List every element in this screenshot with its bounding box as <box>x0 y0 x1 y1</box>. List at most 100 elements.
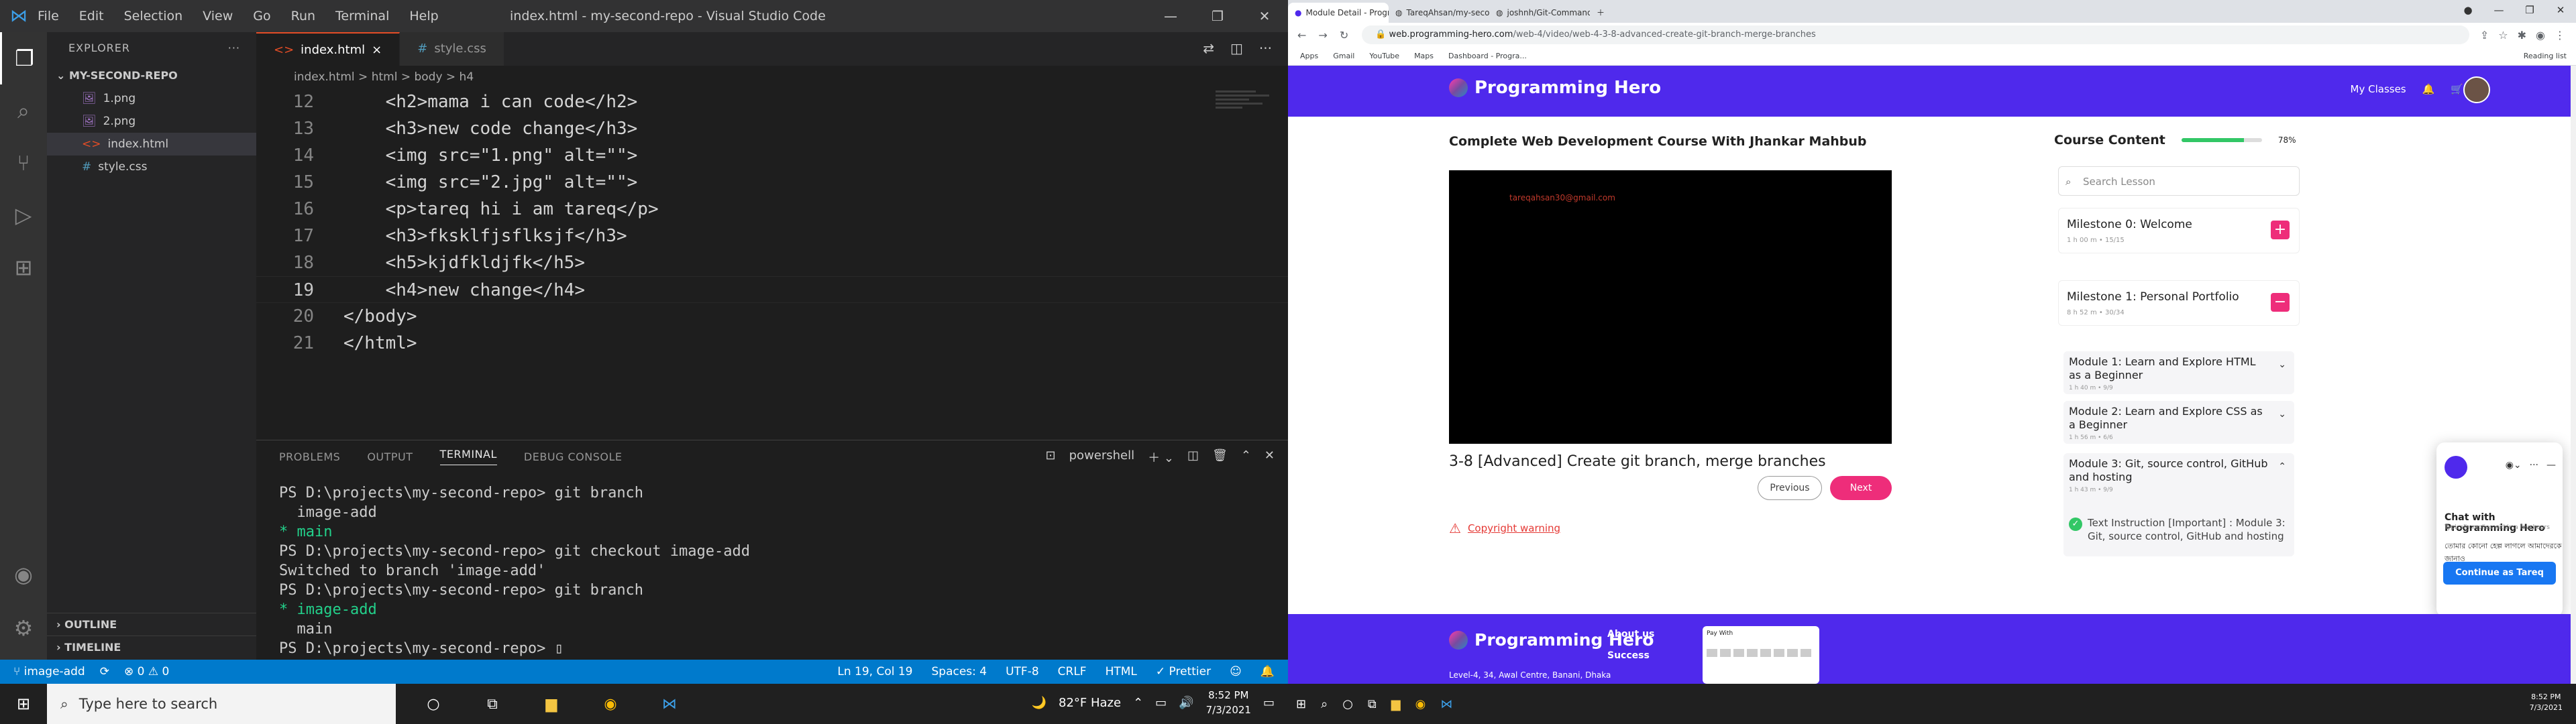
weather-text[interactable]: 82°F Haze <box>1059 696 1121 710</box>
code-line[interactable]: 18 <h5>kjdfkldjfk</h5> <box>256 249 1288 276</box>
reading-list[interactable]: Reading list <box>2524 52 2567 60</box>
menu-go[interactable]: Go <box>253 9 270 23</box>
kill-terminal-icon[interactable]: 🗑 <box>1212 448 1228 466</box>
chat-more-icon[interactable]: ··· <box>2530 460 2538 471</box>
taskbar-clock[interactable]: 8:52 PM 7/3/2021 <box>1206 688 1251 717</box>
more-actions-icon[interactable]: ··· <box>1259 40 1272 56</box>
panel-tab-output[interactable]: OUTPUT <box>367 450 413 463</box>
forward-icon[interactable]: → <box>1318 29 1327 42</box>
split-terminal-icon[interactable]: ◫ <box>1187 448 1199 466</box>
code-line[interactable]: 20 </body> <box>256 303 1288 330</box>
code-line[interactable]: 21 </html> <box>256 330 1288 357</box>
problems-status[interactable]: ⊗ 0 ⚠ 0 <box>124 665 169 678</box>
cortana-icon[interactable]: ○ <box>416 696 451 713</box>
notification-bell-icon[interactable]: 🔔 <box>2422 83 2435 95</box>
collapse-icon[interactable]: − <box>2271 293 2290 312</box>
panel-tab-problems[interactable]: PROBLEMS <box>279 450 340 463</box>
module-2[interactable]: Module 2: Learn and Explore CSS as a Beg… <box>2063 401 2294 444</box>
next-button[interactable]: Next <box>1830 476 1892 500</box>
bookmark-dashboard[interactable]: Dashboard - Progra... <box>1448 52 1527 60</box>
close-icon[interactable]: ✕ <box>1241 0 1288 32</box>
chrome-icon[interactable]: ◉ <box>593 696 628 713</box>
avatar[interactable] <box>2463 76 2490 103</box>
cursor-position[interactable]: Ln 19, Col 19 <box>837 665 912 678</box>
menu-view[interactable]: View <box>203 9 233 23</box>
menu-edit[interactable]: Edit <box>79 9 104 23</box>
shell-name[interactable]: powershell <box>1069 448 1135 466</box>
split-editor-icon[interactable]: ◫ <box>1230 40 1243 56</box>
sync-icon[interactable]: ⟳ <box>100 665 109 678</box>
bookmark-star-icon[interactable]: ☆ <box>2498 29 2508 42</box>
panel-tab-terminal[interactable]: TERMINAL <box>439 448 497 465</box>
prettier-status[interactable]: ✓ Prettier <box>1156 665 1211 678</box>
maximize-panel-icon[interactable]: ⌃ <box>1241 448 1251 466</box>
chrome-icon[interactable]: ◉ <box>1415 697 1426 711</box>
about-us-link[interactable]: About us <box>1607 629 1654 640</box>
file-index-html[interactable]: <> index.html <box>47 133 256 156</box>
open-changes-icon[interactable]: ⇄ <box>1203 40 1214 56</box>
indentation[interactable]: Spaces: 4 <box>931 665 987 678</box>
cortana-icon[interactable]: ○ <box>1342 697 1353 711</box>
copyright-warning[interactable]: ⚠ Copyright warning <box>1449 520 1560 536</box>
taskbar-search[interactable]: ⌕ Type here to search <box>47 684 396 724</box>
project-folder[interactable]: ⌄ MY-SECOND-REPO <box>47 64 256 87</box>
milestone-0[interactable]: Milestone 0: Welcome 1 h 00 m • 15/15 + <box>2058 208 2300 253</box>
menu-icon[interactable]: ⋮ <box>2555 29 2565 42</box>
tab-module-detail[interactable]: ●Module Detail - Programmi... <box>1288 3 1389 23</box>
reload-icon[interactable]: ↻ <box>1340 29 1348 42</box>
share-icon[interactable]: ⇪ <box>2480 29 2489 42</box>
tray-chevron-icon[interactable]: ⌃ <box>1133 696 1143 710</box>
task-view-icon[interactable]: ⧉ <box>1368 697 1377 711</box>
add-terminal-icon[interactable]: ＋ ⌄ <box>1148 448 1174 466</box>
profile-icon[interactable]: ◉ <box>2536 29 2545 42</box>
gear-icon[interactable]: ⚙ <box>0 602 47 654</box>
tab-index-html[interactable]: <> index.html × <box>256 32 400 66</box>
notifications-icon[interactable]: 🔔 <box>1260 665 1275 678</box>
breadcrumb[interactable]: index.html > html > body > h4 <box>256 66 1288 88</box>
vscode-taskbar-icon[interactable]: ⋈ <box>1440 697 1452 711</box>
expand-icon[interactable]: + <box>2271 221 2290 239</box>
network-icon[interactable]: ▭ <box>1155 696 1167 710</box>
close-icon[interactable]: ✕ <box>2545 0 2576 20</box>
cart-icon[interactable]: 🛒 <box>2451 83 2463 95</box>
vscode-taskbar-icon[interactable]: ⋈ <box>652 696 687 713</box>
explorer-icon[interactable]: ❐ <box>0 32 47 84</box>
file-style-css[interactable]: # style.css <box>47 156 256 178</box>
source-control-icon[interactable]: ⑂ <box>0 137 47 189</box>
run-debug-icon[interactable]: ▷ <box>0 189 47 241</box>
url-input[interactable]: 🔒 web.programming-hero.com/web-4/video/w… <box>1362 25 2469 44</box>
milestone-1[interactable]: Milestone 1: Personal Portfolio 8 h 52 m … <box>2058 280 2300 326</box>
bookmark-youtube[interactable]: YouTube <box>1369 52 1399 60</box>
task-view-icon[interactable]: ⧉ <box>475 696 510 713</box>
menu-run[interactable]: Run <box>291 9 315 23</box>
taskbar-clock[interactable]: 8:52 PM 7/3/2021 <box>2530 692 2563 713</box>
new-tab-button[interactable]: ＋ <box>1590 3 1610 23</box>
branch-status[interactable]: ⑂ image-add <box>13 665 85 678</box>
menu-selection[interactable]: Selection <box>124 9 183 23</box>
bookmark-gmail[interactable]: Gmail <box>1333 52 1354 60</box>
code-line[interactable]: 14 <img src="1.png" alt=""> <box>256 142 1288 169</box>
file-1-png[interactable]: 🖼 1.png <box>47 87 256 110</box>
menu-file[interactable]: File <box>38 9 59 23</box>
windows-start-icon[interactable]: ⊞ <box>1296 697 1306 711</box>
module-1[interactable]: Module 1: Learn and Explore HTML as a Be… <box>2063 351 2294 394</box>
windows-start-icon[interactable]: ⊞ <box>0 695 47 713</box>
chat-minimize-icon[interactable]: — <box>2546 460 2556 471</box>
chat-profile-icon[interactable]: ◉⌄ <box>2506 460 2522 471</box>
search-icon[interactable]: ⌕ <box>0 84 47 137</box>
page-scrollbar[interactable] <box>2571 66 2576 684</box>
code-line[interactable]: 16 <p>tareq hi i am tareq</p> <box>256 196 1288 223</box>
terminal-output[interactable]: PS D:\projects\my-second-repo> git branc… <box>279 483 750 658</box>
file-explorer-icon[interactable]: ▆ <box>1391 697 1401 711</box>
tab-git-commands[interactable]: ◍joshnh/Git-Commands: A list of... <box>1489 3 1590 23</box>
extensions-icon[interactable]: ⊞ <box>0 241 47 294</box>
weather-icon[interactable]: 🌙 <box>1032 696 1046 710</box>
restore-icon[interactable]: ❐ <box>1194 0 1241 32</box>
timeline-section[interactable]: › TIMELINE <box>47 636 256 658</box>
outline-section[interactable]: › OUTLINE <box>47 613 256 636</box>
site-logo[interactable]: Programming Hero <box>1449 78 1661 98</box>
more-icon[interactable]: ··· <box>228 32 240 64</box>
bookmark-maps[interactable]: Maps <box>1414 52 1434 60</box>
tab-search-icon[interactable]: ● <box>2453 0 2483 20</box>
code-line[interactable]: 17 <h3>fksklfjsflksjf</h3> <box>256 223 1288 249</box>
